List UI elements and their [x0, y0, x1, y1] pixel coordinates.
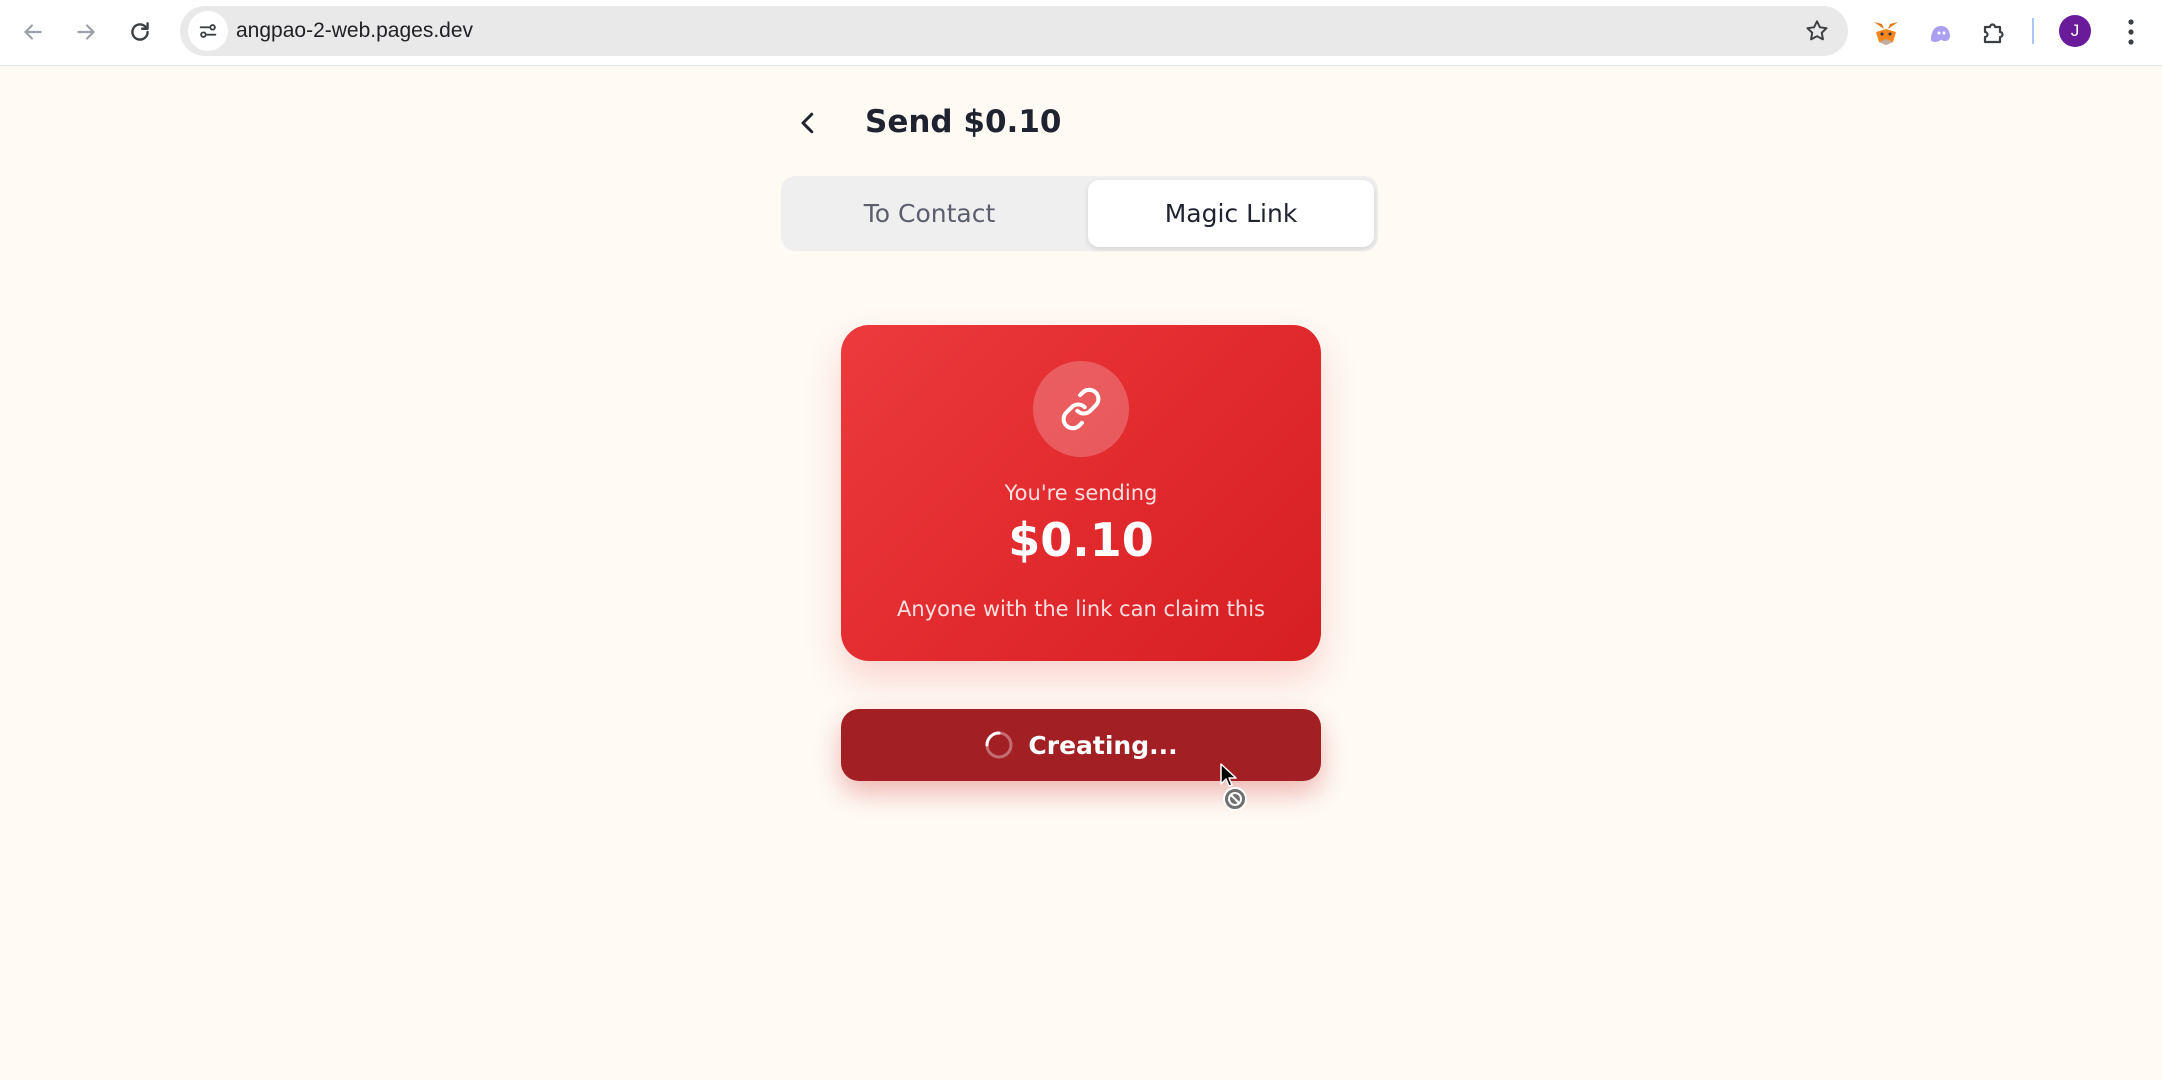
page-header: Send $0.10	[780, 94, 1380, 150]
profile-avatar[interactable]: J	[2059, 15, 2091, 47]
tab-to-contact[interactable]: To Contact	[785, 180, 1074, 247]
chevron-left-icon	[801, 112, 814, 134]
not-allowed-cursor-icon	[1220, 763, 1247, 811]
forward-arrow-icon[interactable]	[66, 12, 106, 52]
more-menu-icon[interactable]	[2116, 14, 2146, 50]
back-arrow-icon[interactable]	[13, 12, 53, 52]
create-button-label: Creating...	[1028, 730, 1178, 760]
url-text[interactable]: angpao-2-web.pages.dev	[236, 6, 473, 56]
page-title: Send $0.10	[865, 104, 1062, 140]
claim-note: Anyone with the link can claim this	[897, 597, 1265, 621]
magic-link-card: You're sending $0.10 Anyone with the lin…	[841, 325, 1321, 661]
sending-label: You're sending	[1004, 481, 1158, 505]
reload-icon[interactable]	[120, 12, 160, 52]
link-icon	[1033, 361, 1129, 457]
bookmark-star-icon[interactable]	[1804, 18, 1830, 44]
address-bar[interactable]: angpao-2-web.pages.dev	[180, 6, 1848, 56]
metamask-fox-icon[interactable]	[1866, 13, 1906, 53]
back-button[interactable]	[780, 98, 836, 148]
toolbar-divider	[2032, 18, 2034, 44]
extensions-puzzle-icon[interactable]	[1974, 13, 2014, 53]
tab-magic-link[interactable]: Magic Link	[1088, 180, 1374, 247]
browser-toolbar: angpao-2-web.pages.dev J	[0, 0, 2162, 66]
ghost-extension-icon[interactable]	[1920, 13, 1960, 53]
sending-amount: $0.10	[1008, 513, 1154, 567]
loading-spinner-icon	[985, 731, 1013, 759]
site-info-icon[interactable]	[188, 11, 228, 51]
send-mode-tabs: To Contact Magic Link	[781, 176, 1378, 251]
